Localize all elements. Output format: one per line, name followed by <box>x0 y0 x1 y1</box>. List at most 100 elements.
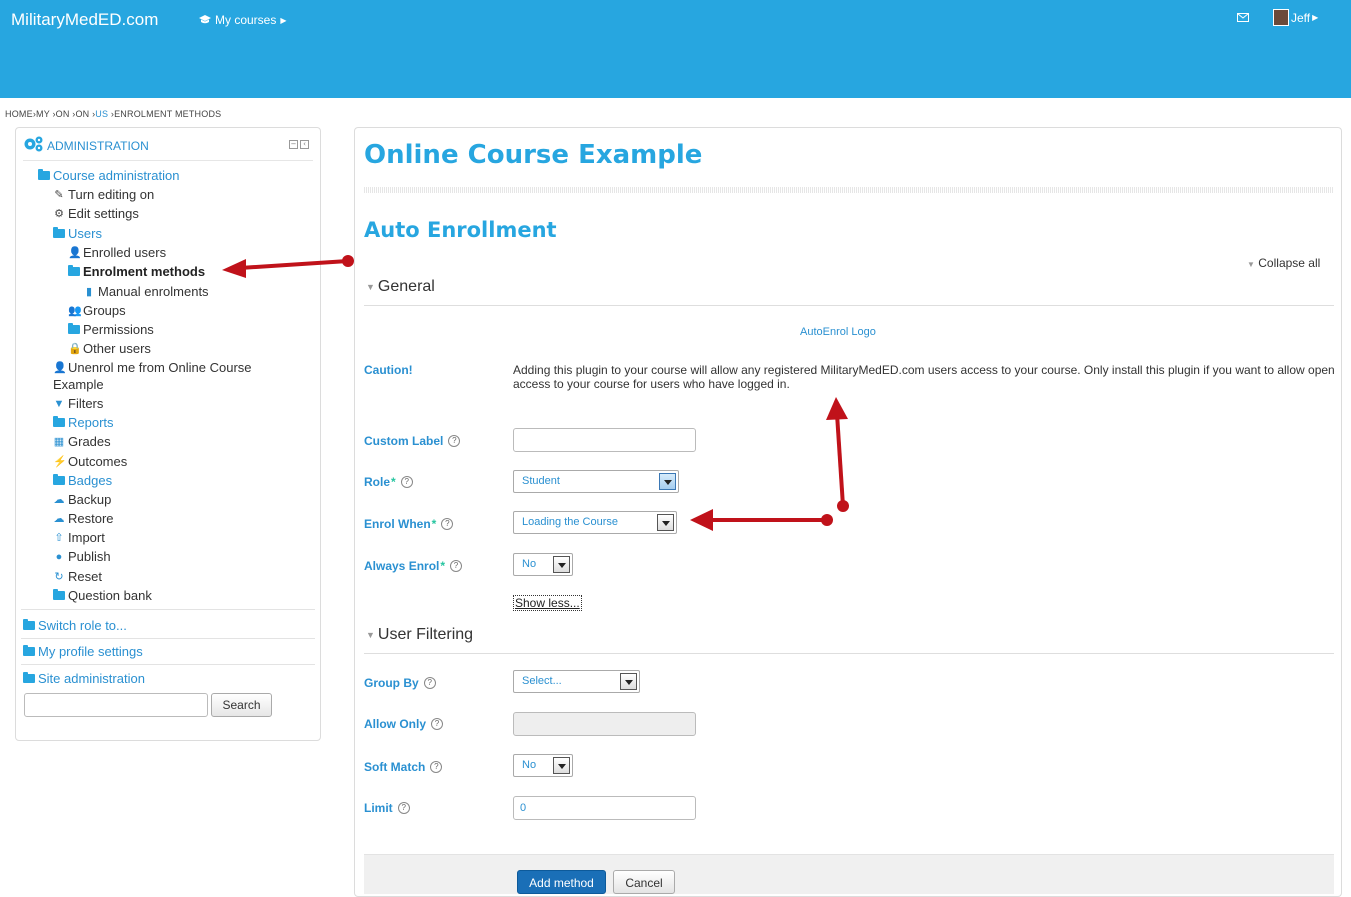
tree-import[interactable]: ⇧ Import <box>53 530 105 545</box>
folder-icon <box>23 645 35 656</box>
tree-label: Edit settings <box>68 206 139 221</box>
tree-unenrol[interactable]: 👤 Unenrol me from Online Course <box>53 360 252 375</box>
always-enrol-select[interactable]: No <box>513 553 573 576</box>
folder-icon <box>53 416 65 427</box>
tree-manual-enrolments[interactable]: ▮ Manual enrolments <box>83 284 209 299</box>
role-select[interactable]: Student <box>513 470 679 493</box>
tree-label: Reports <box>68 415 114 430</box>
breadcrumb-on[interactable]: ON <box>75 109 89 119</box>
upload-icon: ⇧ <box>54 531 64 544</box>
collapse-all-link[interactable]: ▼ Collapse all <box>1247 256 1320 270</box>
add-method-button[interactable]: Add method <box>517 870 606 894</box>
custom-label-input[interactable] <box>513 428 696 452</box>
tree-reset[interactable]: ↻ Reset <box>53 569 102 584</box>
tree-publish[interactable]: ● Publish <box>53 549 111 564</box>
tree-label: Grades <box>68 434 111 449</box>
tree-permissions[interactable]: Permissions <box>68 322 154 337</box>
show-less-link[interactable]: Show less... <box>513 595 582 611</box>
site-brand[interactable]: MilitaryMedED.com <box>11 10 158 30</box>
page-title: Auto Enrollment <box>364 218 557 242</box>
tree-filters[interactable]: ▼ Filters <box>53 396 104 411</box>
help-icon[interactable]: ? <box>423 677 436 689</box>
dock-block-icon[interactable]: ‹ <box>300 140 309 149</box>
tree-switch-role[interactable]: Switch role to... <box>23 618 127 633</box>
user-menu[interactable]: Jeff ▶ <box>1273 9 1318 26</box>
tree-label: Filters <box>68 396 104 411</box>
tree-label: Switch role to... <box>38 618 127 633</box>
course-title: Online Course Example <box>364 140 703 170</box>
tree-edit-settings[interactable]: ⚙ Edit settings <box>53 206 139 221</box>
tree-course-administration[interactable]: Course administration <box>38 168 179 183</box>
label-text: Allow Only <box>364 717 427 731</box>
globe-icon: ● <box>55 550 63 563</box>
help-icon[interactable]: ? <box>397 802 410 814</box>
breadcrumb-us[interactable]: US <box>95 109 108 119</box>
triangle-down-icon: ▼ <box>1247 260 1255 269</box>
help-icon[interactable]: ? <box>448 435 461 447</box>
breadcrumb-home[interactable]: HOME <box>5 109 33 119</box>
minimize-block-icon[interactable]: − <box>289 140 298 149</box>
my-courses-menu[interactable]: My courses ▶ <box>199 13 287 27</box>
limit-input[interactable] <box>513 796 696 820</box>
triangle-down-icon: ▼ <box>366 630 375 640</box>
user-filtering-section-toggle[interactable]: ▼ User Filtering <box>366 626 473 644</box>
tree-label: Site administration <box>38 671 145 686</box>
tree-label: Publish <box>68 549 111 564</box>
tree-question-bank[interactable]: Question bank <box>53 588 152 603</box>
help-icon[interactable]: ? <box>450 560 463 572</box>
tree-label: Import <box>68 530 105 545</box>
soft-match-select[interactable]: No <box>513 754 573 777</box>
folder-open-icon <box>38 169 50 180</box>
tree-restore[interactable]: ☁ Restore <box>53 511 114 526</box>
chevron-down-icon <box>659 473 676 490</box>
tree-grades[interactable]: ▦ Grades <box>53 434 111 449</box>
divider <box>21 664 315 665</box>
tree-label: Example <box>53 377 104 392</box>
tree-enrolment-methods[interactable]: Enrolment methods <box>68 264 205 279</box>
tree-label: Users <box>68 226 102 241</box>
enrol-when-select[interactable]: Loading the Course <box>513 511 677 534</box>
divider <box>364 305 1334 306</box>
folder-open-icon <box>53 227 65 238</box>
tree-outcomes[interactable]: ⚡ Outcomes <box>53 454 127 469</box>
chevron-down-icon <box>657 514 674 531</box>
tree-users[interactable]: Users <box>53 226 102 241</box>
envelope-icon[interactable] <box>1237 11 1249 26</box>
breadcrumb: HOME›MY ›ON ›ON ›US ›ENROLMENT METHODS <box>5 109 222 119</box>
autoenrol-logo[interactable]: AutoEnrol Logo <box>800 326 876 338</box>
admin-search-input[interactable] <box>24 693 208 717</box>
tree-groups[interactable]: 👥 Groups <box>68 303 126 318</box>
general-section-toggle[interactable]: ▼ General <box>366 278 435 296</box>
tree-backup[interactable]: ☁ Backup <box>53 492 112 507</box>
help-icon[interactable]: ? <box>431 718 444 730</box>
cancel-button[interactable]: Cancel <box>613 870 675 894</box>
pencil-icon: ✎ <box>54 188 64 201</box>
tree-site-administration[interactable]: Site administration <box>23 671 145 686</box>
search-button[interactable]: Search <box>211 693 272 717</box>
label-text: Role <box>364 475 391 489</box>
breadcrumb-my[interactable]: MY <box>36 109 50 119</box>
tree-badges[interactable]: Badges <box>53 473 112 488</box>
tree-turn-editing-on[interactable]: ✎ Turn editing on <box>53 187 154 202</box>
tree-label: Other users <box>83 341 151 356</box>
tree-label: Groups <box>83 303 126 318</box>
tree-label: Manual enrolments <box>98 284 209 299</box>
cloud-upload-icon: ☁ <box>53 512 65 525</box>
user-icon: 👤 <box>68 246 82 259</box>
group-by-select[interactable]: Select... <box>513 670 640 693</box>
tree-other-users[interactable]: 🔒 Other users <box>68 341 151 356</box>
tree-enrolled-users[interactable]: 👤 Enrolled users <box>68 245 166 260</box>
filter-icon: ▼ <box>53 397 65 410</box>
user-icon: 👤 <box>53 361 67 374</box>
help-icon[interactable]: ? <box>430 761 443 773</box>
allow-only-input[interactable] <box>513 712 696 736</box>
help-icon[interactable]: ? <box>400 476 413 488</box>
wand-icon: ⚡ <box>53 455 67 468</box>
help-icon[interactable]: ? <box>441 518 454 530</box>
block-title[interactable]: ADMINISTRATION <box>47 139 149 153</box>
breadcrumb-on[interactable]: ON <box>56 109 70 119</box>
tree-reports[interactable]: Reports <box>53 415 114 430</box>
caution-text: Adding this plugin to your course will a… <box>513 363 1335 391</box>
tree-profile-settings[interactable]: My profile settings <box>23 644 143 659</box>
tree-unenrol-line2[interactable]: Example <box>53 377 104 392</box>
